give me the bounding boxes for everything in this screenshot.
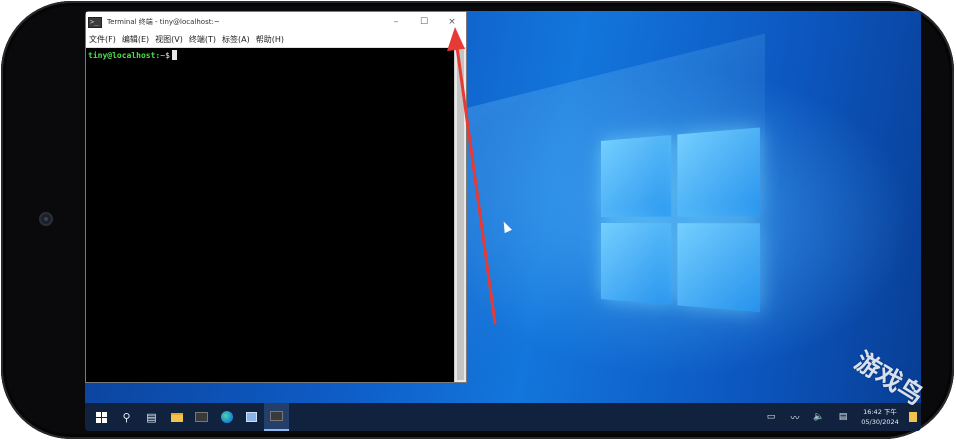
menu-tabs[interactable]: 标签(A) (222, 34, 250, 45)
terminal-titlebar[interactable]: >_ Terminal 终端 - tiny@localhost:~ – ☐ × (86, 12, 466, 32)
terminal-window[interactable]: >_ Terminal 终端 - tiny@localhost:~ – ☐ × … (85, 11, 467, 383)
minimize-button[interactable]: – (382, 12, 410, 32)
terminal-taskbar-button[interactable] (189, 403, 214, 431)
file-explorer-icon (171, 413, 183, 422)
edge-icon (221, 411, 233, 423)
scrollbar-thumb[interactable] (457, 50, 464, 380)
terminal-prompt-line: tiny@localhost:~$ (86, 48, 456, 62)
prompt-path: ~$ (160, 51, 170, 60)
store-button[interactable] (239, 403, 264, 431)
terminal-scrollbar[interactable] (454, 48, 466, 382)
start-icon (96, 412, 107, 423)
network-icon[interactable]: 〰 (783, 411, 807, 424)
prompt-user: tiny@localhost: (88, 51, 160, 60)
close-button[interactable]: × (438, 12, 466, 32)
terminal-menubar: 文件(F) 编辑(E) 视图(V) 终端(T) 标签(A) 帮助(H) (86, 32, 466, 48)
taskbar: ⚲ ▤ ▭ 〰 🔈 ▤ 16:42 下午 05/30/2024 (85, 403, 921, 431)
text-caret (172, 50, 177, 60)
menu-edit[interactable]: 编辑(E) (122, 34, 149, 45)
terminal-app-icon (270, 411, 283, 421)
menu-terminal[interactable]: 终端(T) (189, 34, 216, 45)
edge-button[interactable] (214, 403, 239, 431)
phone-frame: >_ Terminal 终端 - tiny@localhost:~ – ☐ × … (1, 1, 954, 439)
terminal-output[interactable]: tiny@localhost:~$ (86, 48, 456, 382)
store-icon (246, 412, 257, 422)
terminal-icon (195, 412, 208, 422)
terminal-icon: >_ (88, 17, 102, 28)
start-button[interactable] (89, 403, 114, 431)
file-explorer-button[interactable] (164, 403, 189, 431)
search-icon[interactable]: ⚲ (114, 403, 139, 431)
task-view-icon[interactable]: ▤ (139, 403, 164, 431)
menu-help[interactable]: 帮助(H) (256, 34, 284, 45)
front-camera (39, 212, 53, 226)
terminal-app-button[interactable] (264, 403, 289, 431)
menu-file[interactable]: 文件(F) (89, 34, 116, 45)
language-icon[interactable]: ▭ (759, 412, 783, 422)
menu-view[interactable]: 视图(V) (155, 34, 183, 45)
maximize-button[interactable]: ☐ (410, 12, 438, 32)
windows-logo-wallpaper (601, 127, 761, 314)
show-desktop-icon (909, 412, 917, 422)
desktop-screen: >_ Terminal 终端 - tiny@localhost:~ – ☐ × … (85, 11, 921, 431)
terminal-window-title: Terminal 终端 - tiny@localhost:~ (107, 17, 382, 27)
